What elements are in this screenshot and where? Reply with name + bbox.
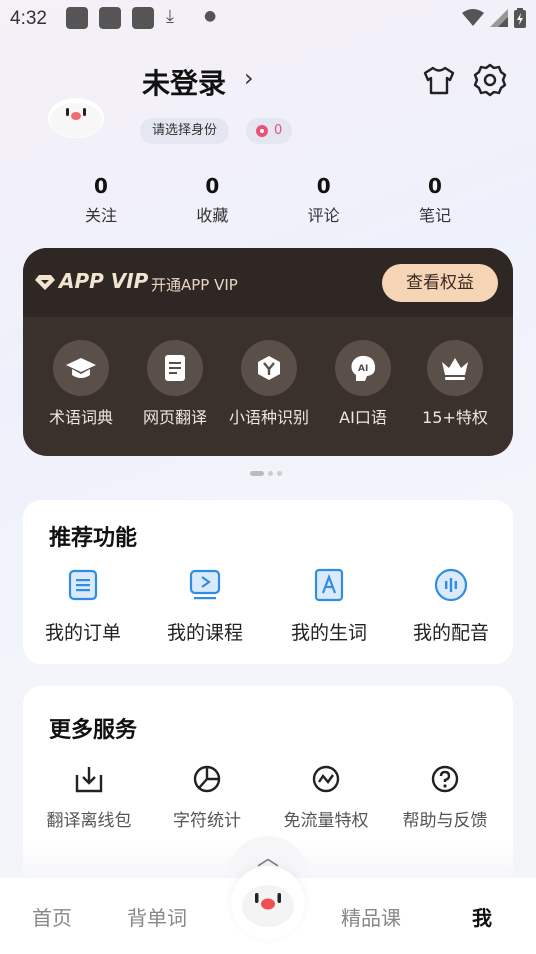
vip-item-label: AI口语	[339, 408, 387, 427]
stat-label: 评论	[307, 206, 340, 225]
stats-row: 0 关注 0 收藏 0 评论 0 笔记	[46, 174, 490, 226]
status-bar: 4:32 ⤓ ●	[0, 0, 536, 36]
voice-icon	[434, 568, 468, 602]
trend-circle-icon	[312, 765, 340, 793]
graduation-cap-icon	[53, 340, 109, 396]
service-label: 字符统计	[173, 811, 241, 831]
vip-subtitle: 开通APP VIP	[151, 276, 238, 294]
wifi-icon	[462, 9, 484, 26]
center-mascot-button[interactable]	[231, 866, 305, 940]
mascot-icon	[242, 885, 294, 927]
battery-icon	[514, 8, 526, 28]
vip-item-label: 15+特权	[422, 408, 488, 427]
stat-label: 笔记	[418, 206, 451, 225]
notification-icon	[66, 7, 88, 29]
more-notifications-icon: ●	[204, 8, 217, 24]
tshirt-theme-icon[interactable]	[421, 62, 457, 98]
vip-card[interactable]: APP VIP 开通APP VIP 查看权益 术语词典 网页翻译 小语种识别 A…	[23, 248, 513, 456]
ai-speech-icon: AI	[335, 340, 391, 396]
my-courses-button[interactable]: 我的课程	[145, 568, 265, 645]
nav-home[interactable]: 首页	[32, 902, 72, 931]
vip-header: APP VIP 开通APP VIP 查看权益	[23, 248, 513, 317]
coin-icon	[256, 125, 268, 137]
my-orders-button[interactable]: 我的订单	[23, 568, 143, 645]
user-name[interactable]: 未登录	[142, 62, 226, 102]
offline-package-button[interactable]: 翻译离线包	[39, 764, 139, 834]
vip-brand: APP VIP	[59, 269, 149, 293]
recommended-title: 推荐功能	[49, 526, 138, 551]
stat-label: 关注	[84, 206, 117, 225]
vip-item-privileges[interactable]: 15+特权	[405, 340, 505, 428]
crown-icon	[427, 340, 483, 396]
stat-value: 0	[428, 174, 442, 198]
course-play-icon	[189, 569, 221, 600]
stat-value: 0	[316, 174, 331, 198]
stat-notes[interactable]: 0 笔记	[380, 174, 490, 226]
select-role-pill[interactable]: 请选择身份	[140, 118, 230, 144]
pager-dot-active	[250, 471, 264, 476]
stat-following[interactable]: 0 关注	[46, 174, 156, 226]
avatar[interactable]	[46, 84, 106, 144]
my-dubbing-button[interactable]: 我的配音	[391, 568, 511, 645]
nav-courses[interactable]: 精品课	[341, 902, 401, 931]
pie-chart-icon	[193, 765, 221, 793]
order-list-icon	[68, 569, 98, 601]
pager-dot	[268, 471, 273, 476]
help-icon	[431, 765, 459, 793]
feature-label: 我的生词	[290, 622, 367, 644]
signal-icon	[490, 9, 508, 27]
service-label: 帮助与反馈	[402, 811, 488, 831]
service-label: 免流量特权	[283, 811, 369, 831]
carousel-pager	[250, 471, 282, 476]
chevron-right-icon[interactable]: ›	[244, 64, 254, 92]
notification-icon	[99, 7, 121, 29]
more-services-title: 更多服务	[49, 718, 138, 743]
character-stats-button[interactable]: 字符统计	[157, 764, 257, 834]
hexagon-y-icon	[241, 340, 297, 396]
diamond-icon	[35, 275, 55, 290]
vip-item-label: 小语种识别	[228, 408, 309, 427]
coin-count: 0	[274, 123, 283, 138]
stat-value: 0	[205, 174, 220, 198]
vip-item-minor-language[interactable]: 小语种识别	[219, 340, 319, 428]
download-icon: ⤓	[166, 6, 174, 27]
vip-item-label: 术语词典	[48, 408, 113, 427]
status-time: 4:32	[10, 8, 47, 29]
view-benefits-button[interactable]: 查看权益	[382, 264, 498, 302]
svg-text:AI: AI	[358, 364, 368, 374]
feature-label: 我的订单	[44, 622, 121, 644]
data-free-privilege-button[interactable]: 免流量特权	[276, 764, 376, 834]
vip-item-terminology[interactable]: 术语词典	[31, 340, 131, 428]
recommended-card: 推荐功能 我的订单 我的课程 我的生词 我的配音	[23, 500, 513, 664]
vip-item-ai-speaking[interactable]: AI AI口语	[313, 340, 413, 428]
help-feedback-button[interactable]: 帮助与反馈	[395, 764, 495, 834]
coin-balance-pill[interactable]: 0	[246, 118, 293, 144]
pager-dot	[277, 471, 282, 476]
nav-me[interactable]: 我	[472, 902, 492, 931]
stat-value: 0	[94, 174, 108, 198]
my-vocabulary-button[interactable]: 我的生词	[269, 568, 389, 645]
vocabulary-icon	[314, 568, 344, 602]
feature-label: 我的配音	[412, 622, 489, 644]
feature-label: 我的课程	[166, 622, 243, 644]
document-icon	[147, 340, 203, 396]
vip-item-web-translate[interactable]: 网页翻译	[125, 340, 225, 428]
settings-gear-icon[interactable]	[472, 62, 508, 98]
download-box-icon	[75, 767, 103, 793]
stat-label: 收藏	[196, 206, 229, 225]
nav-vocabulary[interactable]: 背单词	[127, 902, 187, 931]
service-label: 翻译离线包	[46, 811, 132, 831]
notification-icon	[132, 7, 154, 29]
stat-comments[interactable]: 0 评论	[269, 174, 379, 226]
stat-favorites[interactable]: 0 收藏	[157, 174, 267, 226]
vip-item-label: 网页翻译	[142, 408, 207, 427]
